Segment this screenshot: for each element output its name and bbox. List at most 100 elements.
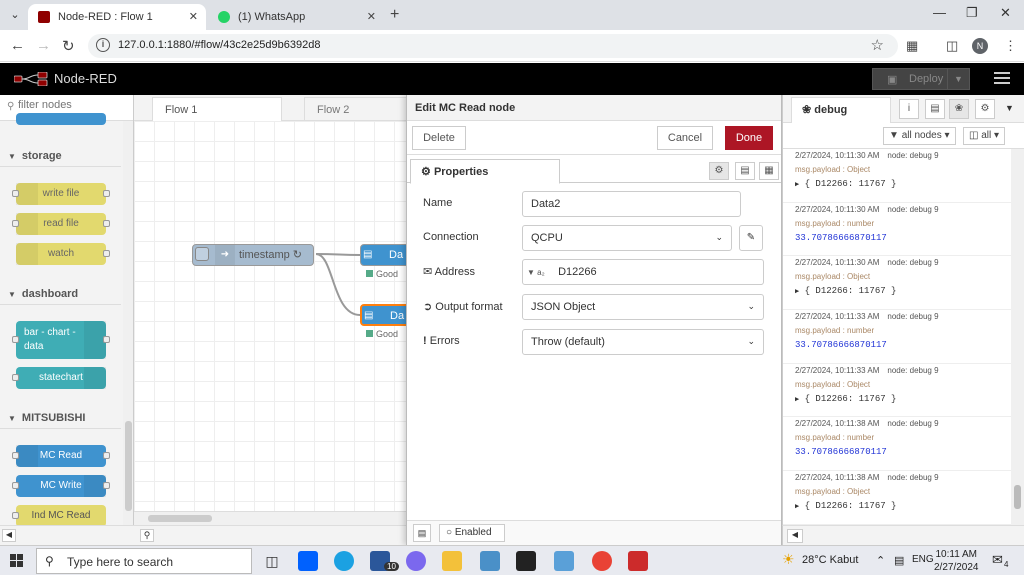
profile-avatar[interactable]: N: [972, 38, 988, 54]
weather-icon[interactable]: ☀: [782, 551, 795, 568]
file-explorer-icon[interactable]: [442, 551, 462, 571]
message-node[interactable]: node: debug 9: [887, 258, 938, 267]
edit-connection-pencil-icon[interactable]: ✎: [739, 225, 763, 251]
address-bar[interactable]: i 127.0.0.1:1880/#flow/43c2e25d9b6392d8 …: [88, 34, 898, 58]
enabled-toggle[interactable]: ○ Enabled: [439, 524, 505, 542]
restore-icon[interactable]: ❐: [966, 5, 978, 21]
output-format-select[interactable]: JSON Object ⌄: [522, 294, 764, 320]
settings-gear-icon[interactable]: ⚙: [709, 162, 729, 180]
debug-bug-icon[interactable]: ❀: [949, 99, 969, 119]
message-value[interactable]: 33.70786666870117: [795, 233, 1011, 243]
wire[interactable]: [315, 253, 361, 316]
app-window-icon[interactable]: [554, 551, 574, 571]
tab-flow-1[interactable]: Flow 1: [152, 97, 282, 121]
palette-node-write-file[interactable]: write file: [12, 183, 110, 205]
window-close-icon[interactable]: ✕: [1000, 5, 1011, 21]
browser-tab-node-red[interactable]: Node-RED : Flow 1 ✕: [28, 4, 206, 30]
weather-text[interactable]: 28°C Kabut: [802, 554, 858, 566]
wire[interactable]: [315, 253, 361, 256]
palette-node-statechart[interactable]: statechart: [12, 367, 106, 389]
palette-node-mc-write[interactable]: MC Write: [12, 475, 110, 497]
flow-node-data1[interactable]: ▤ Da: [360, 244, 406, 266]
palette-search-input[interactable]: [18, 99, 118, 111]
name-input[interactable]: Data2: [522, 191, 741, 217]
deploy-button[interactable]: ▣ Deploy ▼: [872, 68, 970, 90]
taskbar-search[interactable]: ⚲ Type here to search: [36, 548, 252, 574]
book-icon[interactable]: ▤: [925, 99, 945, 119]
cancel-button[interactable]: Cancel: [657, 126, 713, 150]
message-node[interactable]: node: debug 9: [887, 419, 938, 428]
palette-node-ind-mc-read[interactable]: Ind MC Read: [12, 505, 106, 525]
url-text[interactable]: 127.0.0.1:1880/#flow/43c2e25d9b6392d8: [118, 39, 320, 51]
app-icon[interactable]: [480, 551, 500, 571]
copilot-icon[interactable]: [406, 551, 426, 571]
errors-select[interactable]: Throw (default) ⌄: [522, 329, 764, 355]
workspace-horizontal-scrollbar[interactable]: [134, 511, 406, 525]
deploy-options-chevron-icon[interactable]: ▼: [947, 69, 969, 89]
task-view-icon[interactable]: ◫: [262, 551, 282, 571]
palette-node-watch[interactable]: watch: [16, 243, 110, 265]
scroll-thumb[interactable]: [125, 421, 132, 511]
appearance-icon[interactable]: ▦: [759, 162, 779, 180]
forward-icon[interactable]: →: [36, 37, 51, 54]
network-icon[interactable]: ▤: [894, 554, 904, 567]
message-value[interactable]: ▶ { D12266: 11767 }: [795, 394, 1011, 404]
message-value[interactable]: ▶ { D12266: 11767 }: [795, 286, 1011, 296]
dropbox-icon[interactable]: [298, 551, 318, 571]
notifications-icon[interactable]: ✉: [992, 552, 1003, 568]
new-tab-icon[interactable]: +: [390, 6, 399, 24]
message-node[interactable]: node: debug 9: [887, 205, 938, 214]
message-value[interactable]: 33.70786666870117: [795, 340, 1011, 350]
scroll-left-icon[interactable]: ◀: [2, 529, 16, 542]
message-node[interactable]: node: debug 9: [887, 473, 938, 482]
close-tab-icon[interactable]: ✕: [367, 10, 376, 23]
connection-select[interactable]: QCPU ⌄: [522, 225, 732, 251]
browser-tab-whatsapp[interactable]: (1) WhatsApp ✕: [208, 4, 384, 30]
palette-category-dashboard[interactable]: ▼ dashboard: [0, 283, 121, 305]
debug-message[interactable]: 2/27/2024, 10:11:30 AM node: debug 9 msg.…: [783, 256, 1011, 311]
done-button[interactable]: Done: [725, 126, 773, 150]
site-info-icon[interactable]: i: [96, 38, 110, 52]
debug-message[interactable]: 2/27/2024, 10:11:33 AM node: debug 9 msg.…: [783, 310, 1011, 364]
node-red-app-icon[interactable]: [628, 551, 648, 571]
tab-properties[interactable]: ⚙ Properties: [410, 159, 560, 184]
debug-message[interactable]: 2/27/2024, 10:11:38 AM node: debug 9 msg.…: [783, 417, 1011, 472]
language-indicator[interactable]: ENG: [912, 554, 934, 565]
debug-scrollbar[interactable]: [1011, 149, 1024, 525]
expand-triangle-icon[interactable]: ▶: [795, 503, 799, 511]
expand-triangle-icon[interactable]: ▶: [795, 396, 799, 404]
message-node[interactable]: node: debug 9: [887, 151, 938, 160]
debug-message[interactable]: 2/27/2024, 10:11:30 AM node: debug 9 msg.…: [783, 149, 1011, 203]
address-typed-input[interactable]: ▼ a₂ D12266: [522, 259, 764, 285]
edge-icon[interactable]: [334, 551, 354, 571]
debug-message[interactable]: 2/27/2024, 10:11:38 AM node: debug 9 msg.…: [783, 471, 1011, 525]
inject-button[interactable]: [195, 247, 209, 261]
close-tab-icon[interactable]: ✕: [189, 10, 198, 23]
bookmark-star-icon[interactable]: ☆: [871, 36, 884, 54]
windows-start-icon[interactable]: [10, 554, 24, 568]
info-icon[interactable]: i: [899, 99, 919, 119]
palette-category-storage[interactable]: ▼ storage: [0, 145, 121, 167]
message-value[interactable]: 33.70786666870117: [795, 447, 1011, 457]
main-menu-icon[interactable]: [994, 72, 1010, 87]
browser-menu-icon[interactable]: ⋮: [1004, 38, 1017, 54]
sidebar-menu-chevron-icon[interactable]: ▼: [1005, 103, 1014, 113]
palette-node-partial[interactable]: [16, 113, 106, 125]
message-value[interactable]: ▶ { D12266: 11767 }: [795, 501, 1011, 511]
clock[interactable]: 10:11 AM 2/27/2024: [934, 548, 979, 574]
expand-triangle-icon[interactable]: ▶: [795, 288, 799, 296]
extensions-icon[interactable]: ▦: [906, 38, 918, 54]
tab-search-chevron-icon[interactable]: ⌄: [6, 6, 24, 24]
palette-node-read-file[interactable]: read file: [12, 213, 110, 235]
terminal-icon[interactable]: [516, 551, 536, 571]
book-icon[interactable]: ▤: [413, 524, 431, 542]
side-panel-icon[interactable]: ◫: [946, 38, 958, 54]
tab-flow-2[interactable]: Flow 2: [304, 97, 406, 121]
scroll-thumb[interactable]: [1014, 485, 1021, 509]
scroll-thumb[interactable]: [148, 515, 212, 522]
show-hidden-icons-icon[interactable]: ⌃: [876, 554, 885, 567]
message-node[interactable]: node: debug 9: [887, 366, 938, 375]
minimize-icon[interactable]: —: [933, 5, 946, 20]
type-select-az-icon[interactable]: ▼ a₂: [527, 268, 555, 277]
reload-icon[interactable]: ↻: [62, 37, 75, 55]
